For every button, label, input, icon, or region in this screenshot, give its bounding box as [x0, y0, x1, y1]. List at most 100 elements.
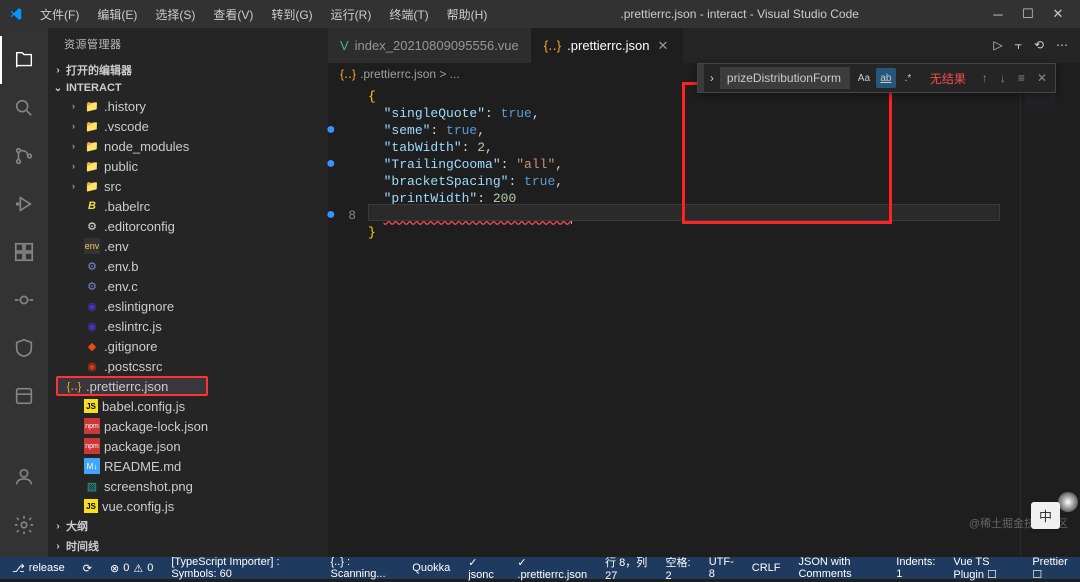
close-button[interactable]: ✕ — [1044, 0, 1072, 28]
status-bar: ⎇ release ⟳ ⊗0 ⚠0 [TypeScript Importer] … — [0, 557, 1080, 579]
file-screenshot[interactable]: ▨ screenshot.png — [48, 476, 328, 496]
minimize-button[interactable]: ─ — [984, 0, 1012, 28]
section-open-editors[interactable]: › 打开的编辑器 — [48, 60, 328, 80]
tab-prettierrc[interactable]: {‥} .prettierrc.json ✕ — [532, 28, 684, 63]
status-prettierrc[interactable]: ✓ .prettierrc.json — [513, 556, 591, 581]
status-problems[interactable]: ⊗0 ⚠0 — [106, 562, 157, 575]
code-content[interactable]: { "singleQuote": true, "seme": true, "ta… — [368, 85, 1020, 557]
section-project[interactable]: ⌄ INTERACT — [48, 80, 328, 96]
close-icon[interactable]: ✕ — [656, 36, 671, 56]
file-editorconfig[interactable]: ⚙ .editorconfig — [48, 216, 328, 236]
editor-area: V index_20210809095556.vue {‥} .prettier… — [328, 28, 1080, 557]
section-timeline[interactable]: › 时间线 — [48, 536, 328, 556]
menu-run[interactable]: 运行(R) — [323, 2, 380, 27]
status-quokka[interactable]: Quokka — [408, 562, 454, 574]
activity-extra2[interactable] — [0, 324, 48, 372]
status-lang[interactable]: JSON with Comments — [794, 554, 882, 582]
folder-icon: 📁 — [84, 138, 100, 154]
file-postcssrc[interactable]: ◉ .postcssrc — [48, 356, 328, 376]
status-branch[interactable]: ⎇ release — [8, 562, 69, 575]
npm-icon: npm — [84, 438, 100, 454]
file-envc[interactable]: ⚙ .env.c — [48, 276, 328, 296]
activity-account[interactable] — [0, 453, 48, 501]
menu-edit[interactable]: 编辑(E) — [89, 2, 145, 27]
vscode-logo-icon — [8, 6, 24, 22]
menu-go[interactable]: 转到(G) — [263, 2, 320, 27]
activity-debug[interactable] — [0, 180, 48, 228]
status-sync[interactable]: ⟳ — [79, 562, 96, 575]
sidebar: 资源管理器 › 打开的编辑器 ⌄ INTERACT › 📁 .history ›… — [48, 28, 328, 557]
more-icon[interactable]: ⋯ — [1056, 38, 1068, 53]
activity-settings[interactable] — [0, 501, 48, 549]
file-eslintignore[interactable]: ◉ .eslintignore — [48, 296, 328, 316]
match-case-icon[interactable]: Aa — [854, 68, 874, 88]
find-next-icon[interactable]: ↓ — [996, 69, 1010, 87]
run-icon[interactable]: ▷ — [993, 38, 1002, 53]
activity-search[interactable] — [0, 84, 48, 132]
folder-src[interactable]: › 📁 src — [48, 176, 328, 196]
item-label: .eslintignore — [104, 299, 174, 314]
activity-bar — [0, 28, 48, 557]
chevron-right-icon[interactable]: › — [704, 71, 720, 85]
status-scanning[interactable]: {..} : Scanning... — [326, 556, 398, 580]
whole-word-icon[interactable]: ab — [876, 68, 896, 88]
maximize-button[interactable]: ☐ — [1014, 0, 1042, 28]
menu-terminal[interactable]: 终端(T) — [381, 2, 436, 27]
chevron-right-icon: › — [72, 121, 84, 131]
folder-vscode[interactable]: › 📁 .vscode — [48, 116, 328, 136]
ime-indicator: 中 — [1031, 502, 1060, 529]
chevron-down-icon: ⌄ — [52, 83, 64, 94]
file-env[interactable]: env .env — [48, 236, 328, 256]
status-indent[interactable]: 空格: 2 — [661, 554, 694, 582]
file-eslintrc[interactable]: ◉ .eslintrc.js — [48, 316, 328, 336]
chevron-right-icon: › — [52, 541, 64, 552]
eslint-icon: ◉ — [84, 298, 100, 314]
find-selection-icon[interactable]: ≡ — [1014, 69, 1029, 87]
menu-selection[interactable]: 选择(S) — [147, 2, 203, 27]
status-eol[interactable]: CRLF — [748, 554, 785, 582]
split-icon[interactable]: ⫟ — [1015, 38, 1022, 53]
regex-icon[interactable]: .* — [898, 68, 918, 88]
activity-extensions[interactable] — [0, 228, 48, 276]
file-readme[interactable]: M↓ README.md — [48, 456, 328, 476]
code-editor[interactable]: ● ● ●8 { "singleQuote": true, "seme": tr… — [328, 85, 1080, 557]
find-prev-icon[interactable]: ↑ — [978, 69, 992, 87]
file-packagelock[interactable]: npm package-lock.json — [48, 416, 328, 436]
tab-index-vue[interactable]: V index_20210809095556.vue — [328, 28, 532, 63]
menu-file[interactable]: 文件(F) — [32, 2, 87, 27]
editorconfig-icon: ⚙ — [84, 218, 100, 234]
diff-icon[interactable]: ⟲ — [1034, 38, 1044, 53]
status-cursor[interactable]: 行 8，列 27 — [601, 554, 651, 582]
menu-help[interactable]: 帮助(H) — [439, 2, 496, 27]
activity-extra3[interactable] — [0, 372, 48, 420]
item-label: screenshot.png — [104, 479, 193, 494]
minimap[interactable] — [1020, 85, 1080, 557]
chevron-right-icon: › — [72, 141, 84, 151]
status-tsimporter[interactable]: [TypeScript Importer] : Symbols: 60 — [167, 556, 316, 580]
activity-extra1[interactable] — [0, 276, 48, 324]
file-babelconfig[interactable]: JS babel.config.js — [48, 396, 328, 416]
folder-icon: 📁 — [84, 178, 100, 194]
branch-name: release — [29, 562, 65, 574]
chevron-right-icon: › — [72, 161, 84, 171]
file-package[interactable]: npm package.json — [48, 436, 328, 456]
file-babelrc[interactable]: B .babelrc — [48, 196, 328, 216]
file-gitignore[interactable]: ◆ .gitignore — [48, 336, 328, 356]
activity-scm[interactable] — [0, 132, 48, 180]
status-indents[interactable]: Indents: 1 — [892, 554, 939, 582]
section-outline[interactable]: › 大纲 — [48, 516, 328, 536]
find-input[interactable] — [720, 67, 850, 89]
file-envb[interactable]: ⚙ .env.b — [48, 256, 328, 276]
status-encoding[interactable]: UTF-8 — [705, 554, 738, 582]
folder-history[interactable]: › 📁 .history — [48, 96, 328, 116]
folder-public[interactable]: › 📁 public — [48, 156, 328, 176]
activity-explorer[interactable] — [0, 36, 48, 84]
file-vueconfig[interactable]: JS vue.config.js — [48, 496, 328, 516]
close-icon[interactable]: ✕ — [1033, 69, 1051, 87]
status-vuets[interactable]: Vue TS Plugin ☐ — [949, 554, 1018, 582]
folder-node-modules[interactable]: › 📁 node_modules — [48, 136, 328, 156]
menu-view[interactable]: 查看(V) — [205, 2, 261, 27]
file-prettierrc[interactable]: {‥} .prettierrc.json — [56, 376, 208, 396]
status-prettier[interactable]: Prettier ☐ — [1028, 554, 1072, 582]
status-jsonc[interactable]: ✓ jsonc — [464, 556, 503, 581]
